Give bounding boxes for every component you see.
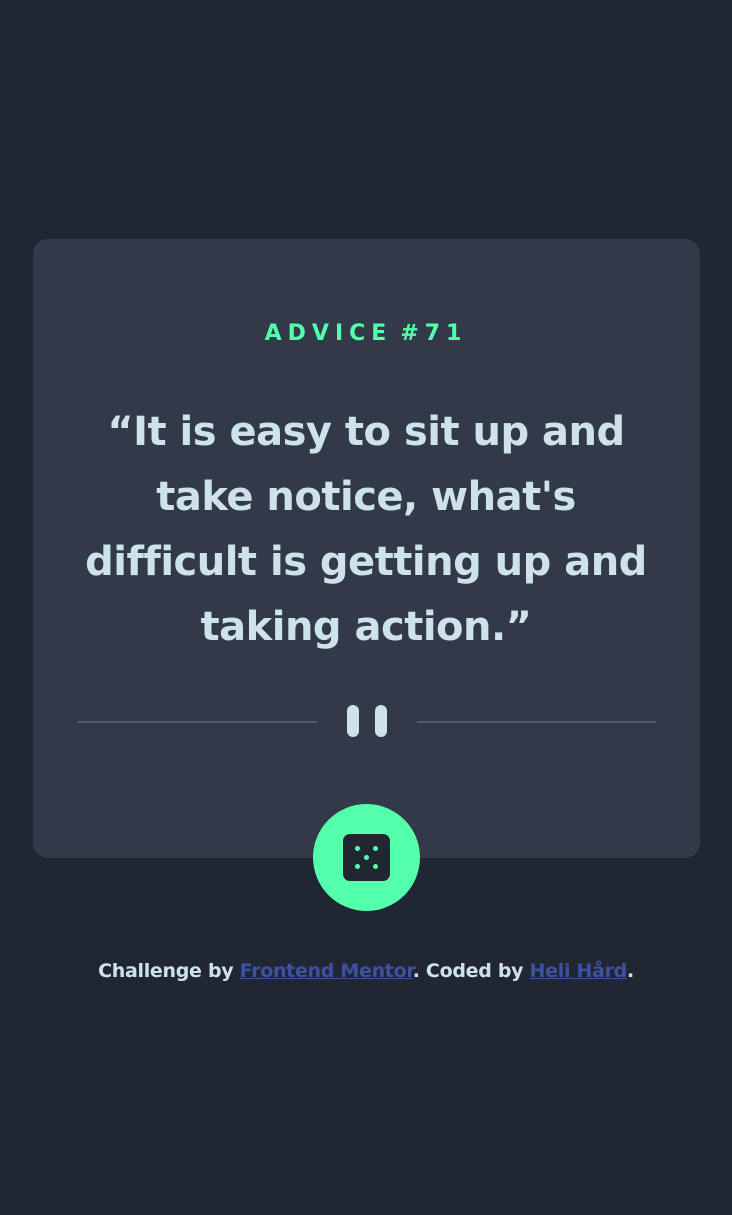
dice-icon	[343, 834, 390, 881]
author-link[interactable]: Heli Hård	[530, 960, 628, 982]
advice-heading: ADVICE #71	[0, 320, 732, 348]
advice-label: ADVICE	[264, 321, 393, 346]
dice-pip	[355, 864, 360, 869]
dice-pip	[355, 846, 360, 851]
dice-pip	[364, 855, 369, 860]
advice-quote: “It is easy to sit up and take notice, w…	[85, 409, 647, 650]
attribution: Challenge by Frontend Mentor. Coded by H…	[0, 957, 732, 985]
attribution-coded-prefix: . Coded by	[412, 960, 530, 982]
frontend-mentor-link[interactable]: Frontend Mentor	[240, 960, 413, 982]
new-advice-button[interactable]	[313, 804, 420, 911]
divider-line-right	[417, 721, 656, 723]
dice-pip	[373, 864, 378, 869]
pause-bar-left	[347, 705, 359, 737]
attribution-suffix: .	[626, 960, 634, 982]
divider-line-left	[78, 721, 317, 723]
advice-number: #71	[400, 321, 468, 346]
attribution-challenge-prefix: Challenge by	[98, 960, 240, 982]
page: ADVICE #71 “It is easy to sit up and take…	[0, 0, 732, 1215]
pause-bar-right	[375, 705, 387, 737]
pause-icon	[347, 705, 388, 739]
dice-pip	[373, 846, 378, 851]
